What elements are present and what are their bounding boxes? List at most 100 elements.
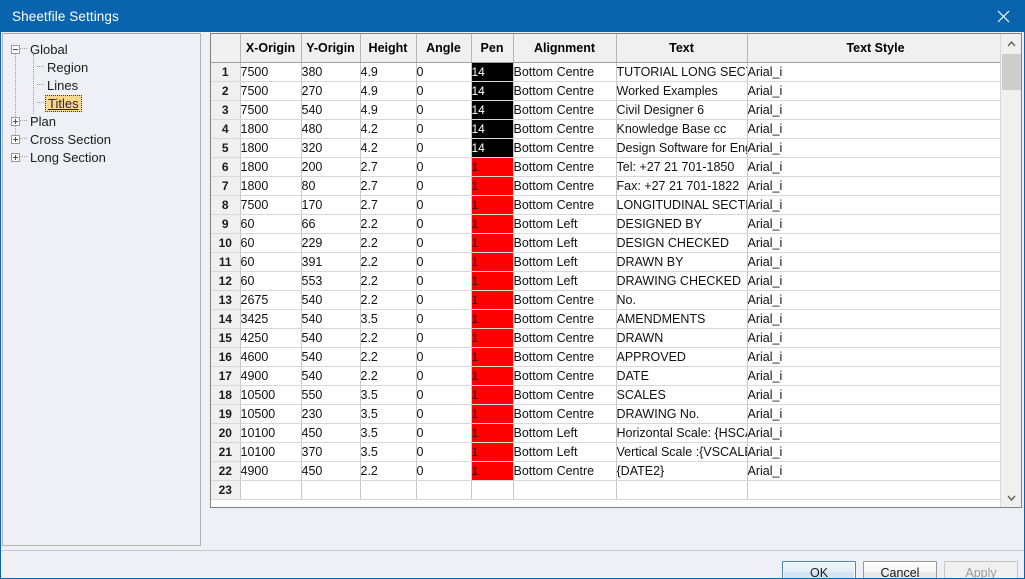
cell-alignment[interactable]: Bottom Left (513, 214, 617, 234)
row-header-cell[interactable]: 17 (211, 366, 241, 386)
row-header-cell[interactable]: 13 (211, 290, 241, 310)
cell-alignment[interactable]: Bottom Centre (513, 461, 617, 481)
collapse-icon[interactable] (11, 44, 20, 54)
cancel-button[interactable]: Cancel (863, 561, 937, 578)
cell-text-style[interactable]: Arial_i (747, 119, 1005, 139)
cell-angle[interactable]: 0 (416, 366, 472, 386)
row-header-cell[interactable]: 12 (211, 271, 241, 291)
cell-alignment[interactable]: Bottom Centre (513, 100, 617, 120)
table-row[interactable]: 22 4900 450 2.2 0 1 Bottom Centre {DATE2} Arial_… (211, 461, 1005, 481)
cell-pen[interactable]: 1 (471, 423, 514, 443)
cell-text-style[interactable]: Arial_i (747, 309, 1005, 329)
cell-y-origin[interactable] (301, 480, 361, 500)
column-header-pen[interactable]: Pen (471, 34, 514, 63)
cell-height[interactable]: 2.2 (360, 214, 417, 234)
cell-pen[interactable]: 1 (471, 252, 514, 272)
cell-alignment[interactable]: Bottom Left (513, 423, 617, 443)
table-row[interactable]: 3 7500 540 4.9 0 14 Bottom Centre Civil Designe… (211, 100, 1005, 120)
cell-y-origin[interactable]: 550 (301, 385, 361, 405)
cell-height[interactable]: 2.2 (360, 233, 417, 253)
cell-height[interactable]: 3.5 (360, 423, 417, 443)
cell-x-origin[interactable]: 60 (240, 271, 302, 291)
cell-y-origin[interactable]: 80 (301, 176, 361, 196)
cell-text-style[interactable]: Arial_i (747, 81, 1005, 101)
cell-height[interactable]: 4.9 (360, 62, 417, 82)
cell-text[interactable]: APPROVED (616, 347, 748, 367)
cell-height[interactable]: 3.5 (360, 385, 417, 405)
cell-height[interactable]: 2.2 (360, 290, 417, 310)
table-row[interactable]: 19 10500 230 3.5 0 1 Bottom Centre DRAWING No. A… (211, 404, 1005, 424)
close-button[interactable] (980, 1, 1024, 32)
titles-grid[interactable]: X-Origin Y-Origin Height Angle Pen Align… (210, 33, 1022, 508)
cell-height[interactable]: 2.7 (360, 157, 417, 177)
cell-height[interactable]: 2.2 (360, 461, 417, 481)
cell-alignment[interactable]: Bottom Centre (513, 195, 617, 215)
cell-text[interactable]: Fax: +27 21 701-1822 (616, 176, 748, 196)
grid-vertical-scrollbar[interactable] (1000, 34, 1021, 507)
cell-y-origin[interactable]: 230 (301, 404, 361, 424)
row-header-cell[interactable]: 4 (211, 119, 241, 139)
cell-x-origin[interactable]: 1800 (240, 157, 302, 177)
cell-text[interactable]: Worked Examples (616, 81, 748, 101)
cell-alignment[interactable]: Bottom Centre (513, 385, 617, 405)
cell-x-origin[interactable]: 60 (240, 214, 302, 234)
settings-tree[interactable]: Global Region Lines Titles Plan Cross Se… (2, 33, 201, 546)
column-header-angle[interactable]: Angle (416, 34, 472, 63)
column-header-text[interactable]: Text (616, 34, 748, 63)
cell-x-origin[interactable]: 7500 (240, 195, 302, 215)
cell-height[interactable]: 4.9 (360, 81, 417, 101)
cell-angle[interactable]: 0 (416, 138, 472, 158)
cell-y-origin[interactable]: 170 (301, 195, 361, 215)
cell-text-style[interactable]: Arial_i (747, 157, 1005, 177)
cell-alignment[interactable]: Bottom Centre (513, 366, 617, 386)
cell-pen[interactable]: 14 (471, 100, 514, 120)
table-row[interactable]: 12 60 553 2.2 0 1 Bottom Left DRAWING CHECKED Ar… (211, 271, 1005, 291)
cell-alignment[interactable]: Bottom Left (513, 233, 617, 253)
table-row[interactable]: 2 7500 270 4.9 0 14 Bottom Centre Worked Exampl… (211, 81, 1005, 101)
table-row[interactable]: 20 10100 450 3.5 0 1 Bottom Left Horizontal Sca… (211, 423, 1005, 443)
table-row[interactable]: 10 60 229 2.2 0 1 Bottom Left DESIGN CHECKED Ari… (211, 233, 1005, 253)
cell-height[interactable]: 2.7 (360, 195, 417, 215)
cell-text-style[interactable]: Arial_i (747, 461, 1005, 481)
cell-angle[interactable]: 0 (416, 214, 472, 234)
cell-y-origin[interactable]: 540 (301, 366, 361, 386)
cell-height[interactable]: 2.2 (360, 328, 417, 348)
cell-pen[interactable]: 14 (471, 62, 514, 82)
cell-x-origin[interactable]: 1800 (240, 176, 302, 196)
cell-angle[interactable]: 0 (416, 81, 472, 101)
cell-height[interactable]: 3.5 (360, 404, 417, 424)
cell-pen[interactable]: 1 (471, 214, 514, 234)
row-header-cell[interactable]: 11 (211, 252, 241, 272)
cell-angle[interactable]: 0 (416, 290, 472, 310)
cell-x-origin[interactable]: 60 (240, 233, 302, 253)
cell-y-origin[interactable]: 270 (301, 81, 361, 101)
cell-text-style[interactable]: Arial_i (747, 100, 1005, 120)
cell-alignment[interactable]: Bottom Left (513, 271, 617, 291)
row-header-cell[interactable]: 8 (211, 195, 241, 215)
row-header-cell[interactable]: 9 (211, 214, 241, 234)
cell-text[interactable]: DESIGN CHECKED (616, 233, 748, 253)
cell-pen[interactable]: 1 (471, 195, 514, 215)
cell-y-origin[interactable]: 540 (301, 309, 361, 329)
cell-x-origin[interactable]: 10100 (240, 423, 302, 443)
cell-text[interactable]: DRAWING CHECKED (616, 271, 748, 291)
table-row[interactable]: 5 1800 320 4.2 0 14 Bottom Centre Design Softwa… (211, 138, 1005, 158)
cell-text[interactable]: Knowledge Base cc (616, 119, 748, 139)
cell-text-style[interactable]: Arial_i (747, 195, 1005, 215)
cell-height[interactable]: 3.5 (360, 442, 417, 462)
cell-text-style[interactable]: Arial_i (747, 404, 1005, 424)
cell-pen[interactable]: 1 (471, 328, 514, 348)
cell-text-style[interactable]: Arial_i (747, 138, 1005, 158)
cell-x-origin[interactable]: 3425 (240, 309, 302, 329)
cell-height[interactable]: 2.2 (360, 347, 417, 367)
row-header-cell[interactable]: 23 (211, 480, 241, 500)
cell-pen[interactable]: 1 (471, 404, 514, 424)
cell-pen[interactable]: 1 (471, 290, 514, 310)
cell-pen[interactable]: 1 (471, 176, 514, 196)
row-header-cell[interactable]: 3 (211, 100, 241, 120)
row-header-cell[interactable]: 1 (211, 62, 241, 82)
cell-text[interactable]: TUTORIAL LONG SECTION (616, 62, 748, 82)
cell-text[interactable]: DRAWN (616, 328, 748, 348)
cell-angle[interactable]: 0 (416, 195, 472, 215)
table-row[interactable]: 23 (211, 480, 1005, 500)
